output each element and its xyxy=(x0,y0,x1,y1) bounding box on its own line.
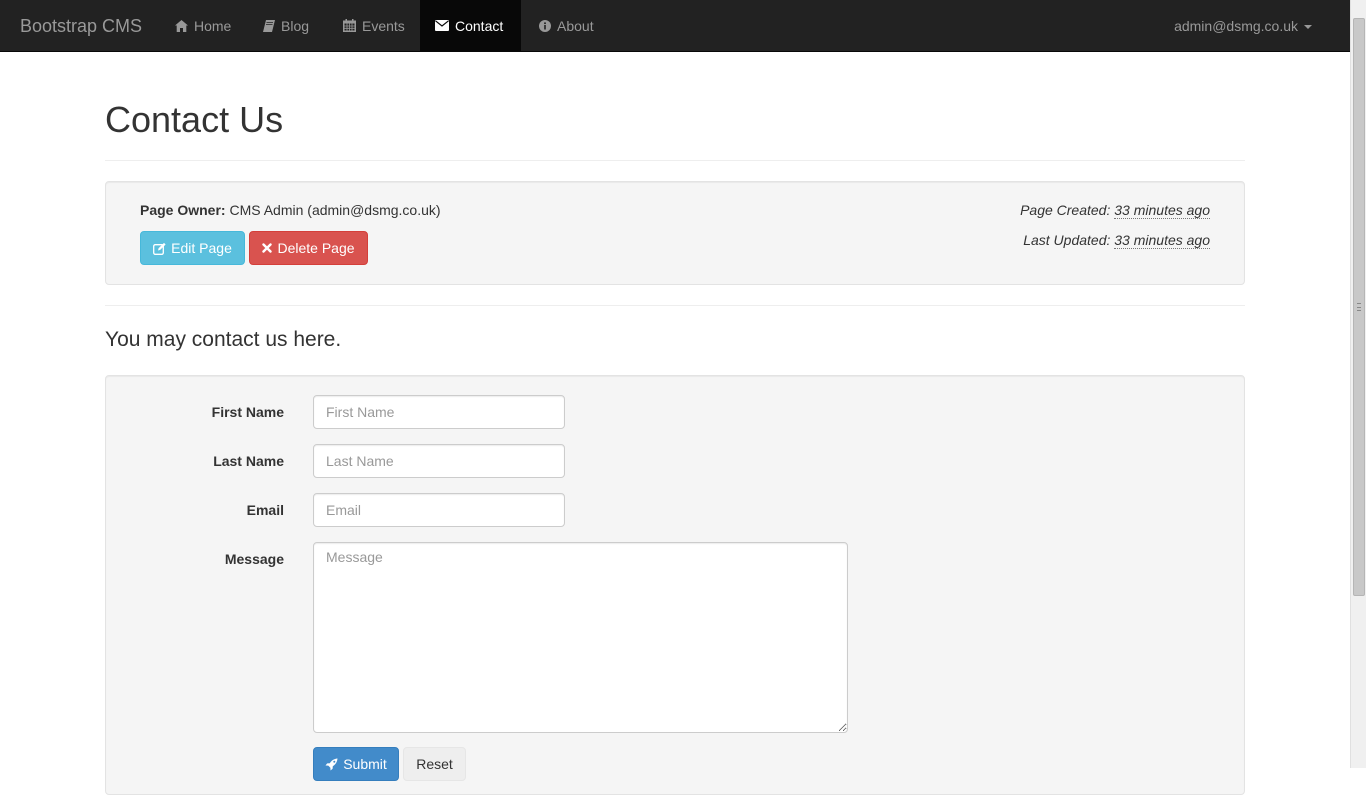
page-created-label: Page Created: xyxy=(1020,202,1111,218)
message-field[interactable] xyxy=(313,542,848,733)
page-owner-label: Page Owner: xyxy=(140,202,226,218)
page-updated-label: Last Updated: xyxy=(1023,232,1111,248)
edit-page-label: Edit Page xyxy=(171,240,232,256)
nav-item-label: About xyxy=(557,17,594,34)
nav-item-events[interactable]: Events xyxy=(328,0,420,51)
contact-form-panel: First Name Last Name Email Message Submi… xyxy=(105,375,1245,795)
rocket-icon xyxy=(325,758,338,770)
book-icon xyxy=(263,19,275,32)
edit-icon xyxy=(153,242,166,255)
page-intro: You may contact us here. xyxy=(105,328,342,351)
home-icon xyxy=(175,19,188,32)
page-info-panel: Page Owner: CMS Admin (admin@dsmg.co.uk)… xyxy=(105,181,1245,285)
submit-button[interactable]: Submit xyxy=(313,747,399,781)
page-scrollbar[interactable] xyxy=(1350,0,1366,768)
top-navbar: Bootstrap CMS Home Blog Events Contact A… xyxy=(0,0,1350,52)
email-label: Email xyxy=(246,502,284,518)
message-label: Message xyxy=(224,551,284,567)
close-icon xyxy=(262,243,273,253)
nav-item-blog[interactable]: Blog xyxy=(248,0,324,51)
scrollbar-thumb[interactable] xyxy=(1353,18,1365,596)
nav-item-label: Blog xyxy=(281,17,310,34)
divider xyxy=(105,305,1245,306)
page-updated-value: 33 minutes ago xyxy=(1114,232,1210,249)
reset-label: Reset xyxy=(416,756,453,772)
info-circle-icon xyxy=(539,19,551,32)
nav-item-home[interactable]: Home xyxy=(160,0,246,51)
page-created-value: 33 minutes ago xyxy=(1114,202,1210,219)
page-title: Contact Us xyxy=(105,99,284,140)
last-name-label: Last Name xyxy=(213,453,284,469)
calendar-icon xyxy=(343,19,356,32)
edit-page-button[interactable]: Edit Page xyxy=(140,231,245,265)
nav-item-label: Contact xyxy=(455,17,504,34)
page-owner-value: CMS Admin (admin@dsmg.co.uk) xyxy=(229,202,441,218)
first-name-field[interactable] xyxy=(313,395,565,429)
submit-label: Submit xyxy=(343,756,387,772)
divider xyxy=(105,160,1245,161)
last-name-field[interactable] xyxy=(313,444,565,478)
page-created: Page Created: 33 minutes ago xyxy=(1020,202,1210,219)
page-owner: Page Owner: CMS Admin (admin@dsmg.co.uk) xyxy=(140,202,441,218)
first-name-label: First Name xyxy=(211,404,284,420)
email-field[interactable] xyxy=(313,493,565,527)
grip-icon xyxy=(1357,303,1361,311)
nav-item-label: Home xyxy=(194,17,232,34)
envelope-icon xyxy=(435,20,449,31)
nav-item-about[interactable]: About xyxy=(524,0,609,51)
caret-down-icon xyxy=(1304,24,1312,29)
reset-button[interactable]: Reset xyxy=(403,747,466,781)
delete-page-button[interactable]: Delete Page xyxy=(249,231,368,265)
page-updated: Last Updated: 33 minutes ago xyxy=(1023,232,1210,249)
nav-item-label: Events xyxy=(362,17,405,34)
nav-item-contact[interactable]: Contact xyxy=(420,0,521,51)
brand-link[interactable]: Bootstrap CMS xyxy=(20,15,142,37)
user-dropdown[interactable]: admin@dsmg.co.uk xyxy=(1174,0,1312,51)
user-email: admin@dsmg.co.uk xyxy=(1174,17,1298,34)
delete-page-label: Delete Page xyxy=(277,240,355,256)
